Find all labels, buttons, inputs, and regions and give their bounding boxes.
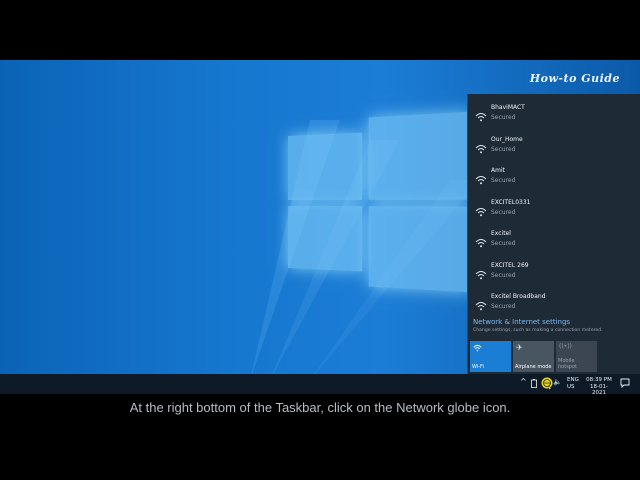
network-name: Excitel Broadband — [491, 293, 546, 300]
notifications-icon[interactable] — [620, 378, 630, 398]
network-name: BhaviMACT — [491, 104, 525, 111]
wifi-icon — [475, 302, 487, 311]
network-name: EXCITEL 269 — [491, 261, 529, 269]
hotspot-tile-label-2: hotspot — [558, 364, 577, 370]
network-globe-icon[interactable] — [541, 377, 553, 397]
network-status: Secured — [491, 114, 516, 121]
clock[interactable]: 08:39 PM 18-01-2021 — [584, 377, 614, 397]
taskbar: ^ 🔈 ENG US 08:39 PM 18-01-2021 — [0, 374, 640, 397]
watermark-text: How-to Guide — [529, 72, 620, 85]
network-status: Secured — [491, 145, 516, 153]
network-settings-link[interactable]: Network & Internet settings — [473, 318, 570, 326]
network-item[interactable]: Our_Home Secured — [468, 133, 640, 164]
wifi-icon — [475, 176, 487, 185]
language-indicator[interactable]: ENG US — [567, 377, 579, 397]
volume-icon[interactable]: 🔈 — [553, 378, 562, 398]
airplane-icon: ✈ — [516, 343, 523, 352]
wifi-icon — [475, 144, 487, 153]
network-name: EXCITEL0331 — [491, 198, 531, 206]
wifi-icon — [475, 207, 487, 216]
wifi-icon — [475, 239, 487, 248]
network-item[interactable]: EXCITEL 269 Secured — [468, 259, 640, 290]
network-name: Our_Home — [491, 135, 523, 143]
network-item[interactable]: EXCITEL0331 Secured — [468, 196, 640, 227]
network-flyout: BhaviMACT Secured Our_Home Secured Amit … — [467, 94, 640, 374]
wifi-toggle-tile[interactable]: Wi-Fi — [470, 341, 511, 372]
network-name: Amit — [491, 167, 505, 174]
airplane-tile-label: Airplane mode — [515, 364, 552, 370]
clock-time: 08:39 PM — [586, 377, 612, 383]
airplane-mode-tile[interactable]: ✈ Airplane mode — [513, 341, 554, 372]
wifi-icon — [475, 113, 487, 122]
network-status: Secured — [491, 271, 516, 279]
clock-date: 18-01-2021 — [590, 384, 608, 396]
mobile-hotspot-tile[interactable]: ((•)) Mobile hotspot — [556, 341, 597, 372]
network-item[interactable]: BhaviMACT Secured — [468, 101, 640, 132]
region-code: US — [567, 384, 575, 390]
network-name: Excitel — [491, 230, 511, 237]
network-item[interactable]: Amit Secured — [468, 164, 640, 195]
chevron-up-icon[interactable]: ^ — [520, 377, 527, 397]
wifi-icon — [473, 344, 482, 352]
network-status: Secured — [491, 303, 516, 310]
wifi-icon — [475, 270, 487, 279]
network-settings-subtitle: Change settings, such as making a connec… — [473, 328, 603, 333]
network-item[interactable]: Excitel Broadband Secured — [468, 290, 640, 321]
language-code: ENG — [567, 377, 579, 383]
network-status: Secured — [491, 240, 516, 247]
video-caption: At the right bottom of the Taskbar, clic… — [129, 400, 511, 415]
network-status: Secured — [491, 208, 516, 216]
network-item[interactable]: Excitel Secured — [468, 227, 640, 258]
wifi-tile-label: Wi-Fi — [472, 364, 484, 370]
battery-icon[interactable] — [531, 379, 537, 399]
hotspot-icon: ((•)) — [559, 343, 572, 350]
network-status: Secured — [491, 177, 516, 184]
windows-logo — [288, 111, 476, 293]
